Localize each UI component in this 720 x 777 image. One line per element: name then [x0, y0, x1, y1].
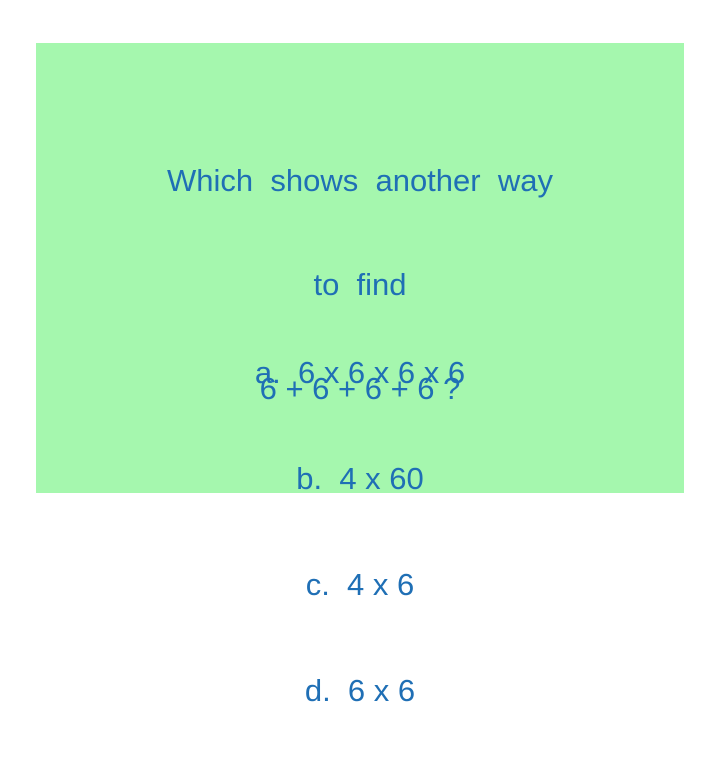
question-line-1: Which shows another way: [167, 163, 553, 198]
slide-content-panel: Which shows another way to find 6 + 6 + …: [36, 43, 684, 708]
answer-choice-a[interactable]: a. 6 x 6 x 6 x 6: [36, 351, 684, 395]
answer-choice-b[interactable]: b. 4 x 60: [36, 457, 684, 501]
answer-choices-list: a. 6 x 6 x 6 x 6 b. 4 x 60 c. 4 x 6 d. 6…: [36, 289, 684, 775]
answer-choice-c[interactable]: c. 4 x 6: [36, 563, 684, 607]
slide-root: Which shows another way to find 6 + 6 + …: [0, 0, 720, 708]
answer-choice-d[interactable]: d. 6 x 6: [36, 669, 684, 713]
